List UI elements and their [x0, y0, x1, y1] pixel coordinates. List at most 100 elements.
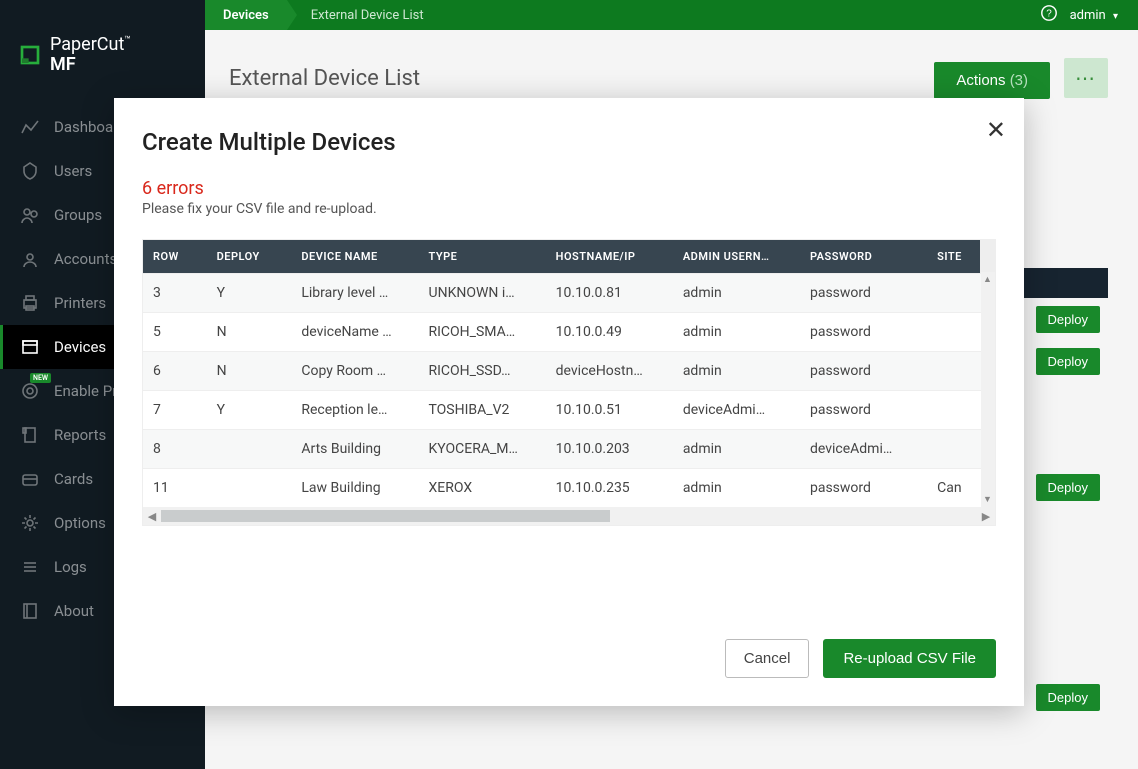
sidebar-item-label: Users — [54, 162, 92, 180]
nav-icon — [20, 469, 40, 489]
col-row[interactable]: ROW — [143, 240, 207, 274]
cell-site — [927, 274, 980, 313]
col-deploy[interactable]: DEPLOY — [207, 240, 292, 274]
cell-device-name: Copy Room … — [291, 352, 418, 391]
table-row: 5NdeviceName …RICOH_SMA…10.10.0.49adminp… — [143, 313, 995, 352]
nav-icon — [20, 293, 40, 313]
col-site[interactable]: SITE — [927, 240, 980, 274]
deploy-button[interactable]: Deploy — [1036, 306, 1100, 333]
breadcrumb-devices[interactable]: Devices — [205, 0, 287, 30]
cell-row: 5 — [143, 313, 207, 352]
create-multiple-devices-modal: ✕ Create Multiple Devices 6 errors Pleas… — [114, 98, 1024, 706]
deploy-button[interactable]: Deploy — [1036, 684, 1100, 711]
table-row: 6NCopy Room …RICOH_SSD…deviceHostn…admin… — [143, 352, 995, 391]
brand-text: PaperCut™ MF — [50, 35, 131, 75]
cell-deploy: Y — [207, 391, 292, 430]
col-type[interactable]: TYPE — [419, 240, 546, 274]
cell-device-name: Library level … — [291, 274, 418, 313]
cell-admin-user: admin — [673, 352, 800, 391]
help-icon[interactable]: ? — [1040, 4, 1058, 26]
cell-hostname: 10.10.0.235 — [546, 469, 673, 508]
table-row: 3YLibrary level …UNKNOWN i…10.10.0.81adm… — [143, 274, 995, 313]
actions-count: (3) — [1010, 72, 1028, 89]
topbar: Devices External Device List ? admin ▾ — [205, 0, 1138, 30]
table-row: 11Law BuildingXEROX10.10.0.235adminpassw… — [143, 469, 995, 508]
cell-site — [927, 352, 980, 391]
cell-device-name: Law Building — [291, 469, 418, 508]
cell-type: TOSHIBA_V2 — [419, 391, 546, 430]
cell-admin-user: admin — [673, 430, 800, 469]
cell-row: 8 — [143, 430, 207, 469]
close-icon[interactable]: ✕ — [986, 116, 1006, 145]
modal-footer: Cancel Re-upload CSV File — [142, 639, 996, 678]
breadcrumb: Devices External Device List — [205, 0, 442, 30]
vertical-scrollbar[interactable] — [981, 272, 995, 507]
table-row: 8Arts BuildingKYOCERA_M…10.10.0.203admin… — [143, 430, 995, 469]
deploy-button[interactable]: Deploy — [1036, 348, 1100, 375]
cell-password: password — [800, 391, 927, 430]
cancel-button[interactable]: Cancel — [725, 639, 810, 678]
nav-icon — [20, 117, 40, 137]
cell-admin-user: admin — [673, 313, 800, 352]
user-name: admin — [1070, 8, 1106, 23]
nav-icon — [20, 337, 40, 357]
scroll-right-icon[interactable]: ▶ — [977, 510, 995, 523]
errors-count: 6 errors — [142, 178, 996, 199]
new-badge: NEW — [30, 373, 51, 383]
nav-icon — [20, 425, 40, 445]
cell-device-name: Arts Building — [291, 430, 418, 469]
nav-icon — [20, 381, 40, 401]
cell-type: XEROX — [419, 469, 546, 508]
more-button[interactable]: ⋯ — [1064, 58, 1108, 98]
cell-deploy: Y — [207, 274, 292, 313]
cell-hostname: 10.10.0.49 — [546, 313, 673, 352]
cell-site: Can — [927, 469, 980, 508]
col-hostname[interactable]: HOSTNAME/IP — [546, 240, 673, 274]
sidebar-item-label: Options — [54, 514, 106, 532]
col-admin-user[interactable]: ADMIN USERN… — [673, 240, 800, 274]
nav-icon — [20, 205, 40, 225]
sidebar-item-label: Cards — [54, 470, 93, 488]
table-row: 7YReception le…TOSHIBA_V210.10.0.51devic… — [143, 391, 995, 430]
papercut-logo-icon — [20, 45, 40, 65]
sidebar-item-label: Reports — [54, 426, 106, 444]
cell-deploy — [207, 469, 292, 508]
cell-device-name: Reception le… — [291, 391, 418, 430]
brand-name-2: MF — [50, 54, 76, 75]
col-password[interactable]: PASSWORD — [800, 240, 927, 274]
cell-hostname: 10.10.0.51 — [546, 391, 673, 430]
modal-title: Create Multiple Devices — [142, 128, 996, 156]
nav-icon — [20, 557, 40, 577]
cell-row: 6 — [143, 352, 207, 391]
cell-device-name: deviceName … — [291, 313, 418, 352]
cell-row: 7 — [143, 391, 207, 430]
cell-hostname: 10.10.0.81 — [546, 274, 673, 313]
sidebar-item-label: Printers — [54, 294, 106, 312]
svg-text:?: ? — [1046, 9, 1052, 20]
actions-label: Actions — [956, 72, 1005, 89]
cell-site — [927, 391, 980, 430]
deploy-button[interactable]: Deploy — [1036, 474, 1100, 501]
sidebar-item-label: Devices — [54, 338, 106, 356]
actions-button[interactable]: Actions (3) — [934, 62, 1050, 99]
cell-deploy — [207, 430, 292, 469]
cell-type: UNKNOWN i… — [419, 274, 546, 313]
reupload-csv-button[interactable]: Re-upload CSV File — [823, 639, 996, 678]
cell-password: password — [800, 469, 927, 508]
breadcrumb-external-device-list[interactable]: External Device List — [287, 0, 442, 30]
errors-subtitle: Please fix your CSV file and re-upload. — [142, 201, 996, 217]
brand-name-1: PaperCut — [50, 34, 124, 55]
sidebar-item-label: Logs — [54, 558, 87, 576]
cell-type: RICOH_SSD… — [419, 352, 546, 391]
brand-logo: PaperCut™ MF — [0, 0, 205, 105]
cell-type: KYOCERA_M… — [419, 430, 546, 469]
nav-icon — [20, 601, 40, 621]
horizontal-scrollbar[interactable]: ◀ ▶ — [143, 507, 995, 525]
sidebar-item-label: Accounts — [54, 250, 117, 268]
scroll-left-icon[interactable]: ◀ — [143, 510, 161, 523]
col-device-name[interactable]: DEVICE NAME — [291, 240, 418, 274]
nav-icon — [20, 513, 40, 533]
user-menu[interactable]: admin ▾ — [1070, 8, 1118, 23]
chevron-down-icon: ▾ — [1113, 11, 1118, 22]
errors-table-container: ROW DEPLOY DEVICE NAME TYPE HOSTNAME/IP … — [142, 239, 996, 526]
